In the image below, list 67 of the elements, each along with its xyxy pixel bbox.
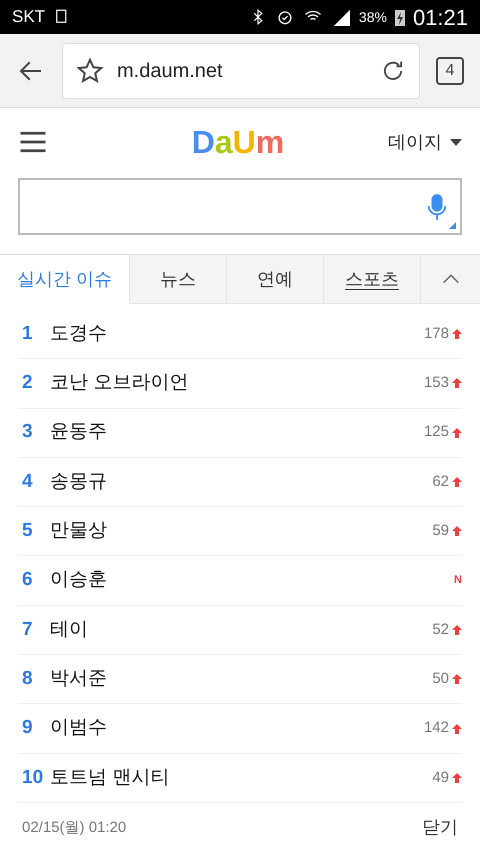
search-term: 도경수 xyxy=(50,322,108,346)
rank-change: 142 xyxy=(424,718,449,738)
search-term: 이승훈 xyxy=(50,568,108,592)
rank-number: 1 xyxy=(21,322,34,346)
category-tab[interactable]: 뉴스 xyxy=(130,255,227,304)
battery-percent: 38% xyxy=(358,8,387,26)
rank-number: 8 xyxy=(21,666,34,691)
category-tab[interactable]: 스포츠 xyxy=(324,255,421,304)
search-field[interactable] xyxy=(18,178,462,235)
rank-number: 5 xyxy=(21,519,34,544)
clock-time: 01:21 xyxy=(412,4,468,32)
rank-number: 3 xyxy=(21,420,34,444)
search-term: 토트넘 맨시티 xyxy=(50,766,170,790)
close-link[interactable]: 닫기 xyxy=(422,814,458,842)
search-term: 박서준 xyxy=(50,666,108,691)
rank-change: 50 xyxy=(432,668,449,689)
category-tab[interactable]: 연예 xyxy=(227,255,324,304)
star-icon[interactable] xyxy=(75,56,105,86)
rank-change: 52 xyxy=(432,620,449,640)
rank-number: 7 xyxy=(21,618,34,642)
microphone-icon[interactable] xyxy=(426,192,448,222)
corner-mark-icon xyxy=(449,222,456,229)
arrow-up-icon xyxy=(452,624,462,635)
carrier-label: SKT xyxy=(12,6,46,28)
rank-number: 6 xyxy=(21,568,34,592)
ranking-row[interactable]: 6 이승훈 N xyxy=(18,556,462,606)
search-term: 윤동주 xyxy=(50,420,108,444)
arrow-up-icon xyxy=(452,378,462,388)
ranking-row[interactable]: 8 박서준 50 xyxy=(18,655,462,704)
new-marker: N xyxy=(454,573,462,588)
arrow-up-icon xyxy=(452,724,462,734)
ranking-row[interactable]: 3 윤동주 125 xyxy=(18,408,462,458)
rank-change: 62 xyxy=(432,472,449,492)
search-term: 만물상 xyxy=(50,519,108,544)
arrow-up-icon xyxy=(452,772,462,783)
arrow-up-icon xyxy=(452,674,462,684)
rank-change: 178 xyxy=(424,324,449,344)
caret-icon xyxy=(450,138,462,146)
rank-number: 10 xyxy=(21,766,44,790)
account-dropdown[interactable]: 데이지 xyxy=(388,128,462,156)
ranking-row[interactable]: 1 도경수 178 xyxy=(18,310,462,360)
battery-charging-icon xyxy=(394,8,405,26)
rank-number: 2 xyxy=(21,371,34,396)
rank-change: 49 xyxy=(432,768,449,788)
tab-count-button[interactable]: 4 xyxy=(436,56,464,84)
arrow-up-icon xyxy=(452,477,462,488)
rank-number: 9 xyxy=(21,716,34,740)
arrow-up-icon xyxy=(452,329,462,340)
ranking-row[interactable]: 9 이범수 142 xyxy=(18,704,462,754)
arrow-up-icon xyxy=(452,428,462,438)
arrow-up-icon xyxy=(452,526,462,536)
search-term: 이범수 xyxy=(50,716,108,740)
ranking-row[interactable]: 4 송몽규 62 xyxy=(18,458,462,508)
address-bar[interactable]: m.daum.net xyxy=(62,42,420,98)
rank-change: 125 xyxy=(424,422,449,442)
rank-change: 153 xyxy=(424,373,449,394)
ranking-row[interactable]: 5 만물상 59 xyxy=(18,507,462,556)
rank-change: 59 xyxy=(432,521,449,542)
search-term: 테이 xyxy=(50,618,89,642)
search-term: 코난 오브라이언 xyxy=(50,371,190,396)
search-term: 송몽규 xyxy=(50,470,108,494)
ranking-row[interactable]: 7 테이 52 xyxy=(18,606,462,656)
rank-number: 4 xyxy=(21,470,34,494)
update-timestamp: 02/15(월) 01:20 xyxy=(22,818,126,838)
ranking-row[interactable]: 2 코난 오브라이언 153 xyxy=(18,359,462,409)
url-text: m.daum.net xyxy=(117,58,224,84)
ranking-row[interactable]: 10 토트넘 맨시티 49 xyxy=(18,754,462,803)
